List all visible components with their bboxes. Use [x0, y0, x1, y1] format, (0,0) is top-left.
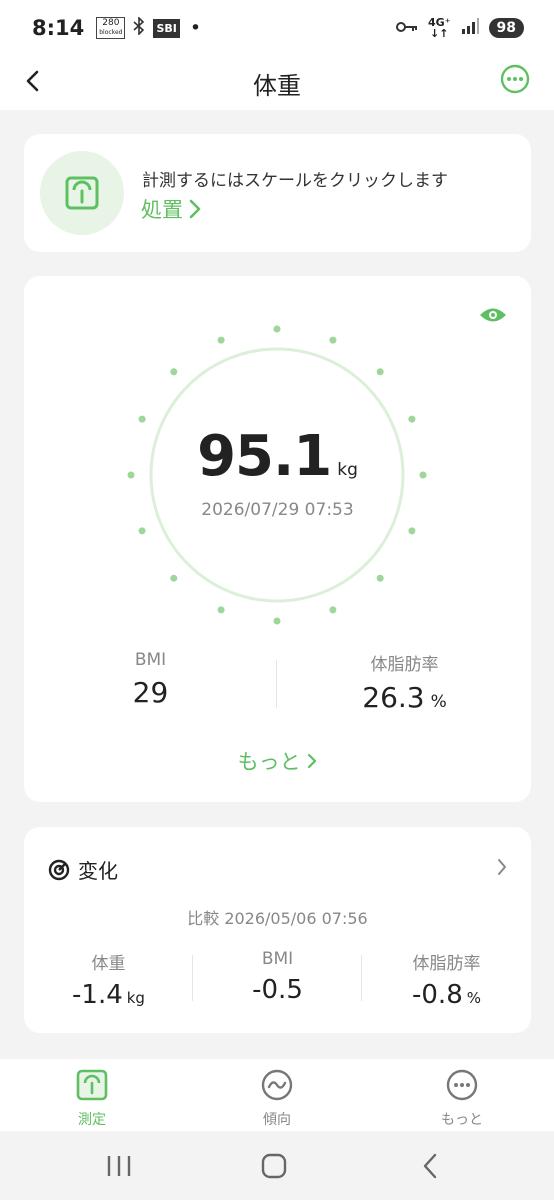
change-body-fat-reading: -0.8%: [362, 980, 531, 1010]
dial-dot: [273, 617, 281, 625]
change-weight: 体重 -1.4 kg: [24, 949, 193, 1010]
chevron-left-icon: [26, 70, 39, 92]
scale-icon: [65, 176, 99, 210]
change-title: 変化: [78, 859, 118, 883]
tab-measure[interactable]: 測定: [32, 1069, 152, 1129]
more-details-label: もっと: [237, 750, 301, 774]
dial-dot: [329, 336, 337, 344]
status-bar: 8:14 280 blocked SBI • 4G⁺ ↓↑ 98: [0, 0, 554, 56]
more-circle-icon: [500, 64, 530, 94]
visibility-toggle[interactable]: [479, 306, 507, 324]
compare-date: 比較 2026/05/06 07:56: [187, 909, 368, 928]
scale-icon: [76, 1069, 108, 1101]
tip-action-link[interactable]: 処置: [141, 194, 201, 224]
sbi-icon: SBI: [153, 18, 180, 38]
change-body-fat-value: -0.8: [412, 980, 463, 1010]
tab-measure-label: 測定: [78, 1112, 106, 1128]
chevron-right-icon: [308, 753, 317, 769]
notification-badge: 280 blocked: [96, 17, 126, 39]
home-icon: [261, 1153, 287, 1179]
back-arrow-icon: [423, 1153, 437, 1179]
network-arrows: ↓↑: [430, 27, 449, 40]
page-title: 体重: [253, 71, 301, 100]
change-bmi-label: BMI: [261, 949, 294, 969]
change-body-fat-label: 体脂肪率: [412, 954, 481, 974]
tab-more[interactable]: もっと: [402, 1069, 522, 1129]
weight-card: 95.1 kg 2026/07/29 07:53 BMI 29 体脂肪率 26.3…: [24, 276, 531, 802]
bottom-tab-bar: 測定 傾向 もっと: [0, 1059, 554, 1131]
dial-dot: [329, 606, 337, 614]
status-time: 8:14: [32, 16, 85, 40]
dial-dot: [170, 574, 178, 582]
metric-divider: [276, 660, 277, 708]
change-icon: [48, 859, 70, 880]
signal-icon: [461, 18, 479, 38]
change-weight-value: -1.4: [72, 980, 123, 1010]
bmi-label: BMI: [134, 650, 167, 670]
body-fat-metric: 体脂肪率 26.3%: [278, 650, 531, 714]
dial-dot: [138, 527, 146, 535]
dial-dot: [217, 336, 225, 344]
tip-action-label: 処置: [141, 198, 183, 222]
dial-dot: [376, 574, 384, 582]
change-body-fat: 体脂肪率 -0.8%: [362, 949, 531, 1010]
tab-more-label: もっと: [441, 1112, 483, 1128]
notification-count: 280: [102, 18, 120, 28]
change-bmi-value: -0.5: [252, 975, 303, 1005]
change-body-fat-unit: %: [466, 989, 481, 1007]
more-circle-icon: [446, 1069, 478, 1101]
weight-unit: kg: [337, 460, 358, 480]
dial-dot: [170, 368, 178, 376]
change-bmi: BMI -0.5: [193, 949, 362, 1005]
notification-caption: blocked: [99, 29, 123, 36]
app-header: 体重: [0, 56, 554, 110]
body-fat-reading: 26.3%: [278, 681, 531, 714]
change-weight-reading: -1.4 kg: [24, 980, 193, 1010]
back-button[interactable]: [24, 66, 48, 96]
weight-reading: 95.1 kg: [24, 424, 531, 489]
dial-dot: [376, 368, 384, 376]
chevron-right-icon: [189, 199, 201, 219]
dial-dot: [273, 325, 281, 333]
network-indicator: 4G⁺ ↓↑: [428, 17, 451, 39]
bmi-value: 29: [132, 676, 169, 709]
measure-tip-text: 計測するにはスケールをクリックします: [142, 171, 448, 191]
change-card[interactable]: 変化 比較 2026/05/06 07:56 体重 -1.4 kg BMI -0.…: [24, 827, 531, 1033]
dial-dot: [217, 606, 225, 614]
key-icon: [396, 19, 418, 38]
body-fat-unit: %: [430, 692, 447, 712]
eye-icon: [480, 308, 506, 322]
tab-trend-label: 傾向: [263, 1112, 291, 1128]
home-button[interactable]: [259, 1151, 289, 1181]
body-fat-value: 26.3: [362, 681, 425, 714]
more-details-link[interactable]: もっと: [24, 746, 531, 776]
measure-tip-card[interactable]: 計測するにはスケールをクリックします 処置: [24, 134, 531, 252]
dial-dot: [408, 527, 416, 535]
scale-icon-badge: [40, 151, 124, 235]
change-detail-button[interactable]: [497, 857, 507, 881]
change-weight-label: 体重: [91, 954, 126, 974]
battery-indicator: 98: [488, 18, 524, 38]
recent-apps-button[interactable]: [104, 1151, 134, 1181]
body-fat-label: 体脂肪率: [370, 655, 439, 675]
system-back-button[interactable]: [416, 1151, 446, 1181]
trend-icon: [261, 1069, 293, 1101]
measurement-datetime: 2026/07/29 07:53: [201, 500, 354, 520]
status-dot: •: [189, 17, 202, 39]
weight-value: 95.1: [197, 424, 332, 489]
change-header: 変化: [48, 855, 118, 884]
more-options-button[interactable]: [500, 64, 530, 94]
change-weight-unit: kg: [126, 989, 145, 1007]
system-nav-bar: [0, 1131, 554, 1200]
bluetooth-icon: [133, 16, 145, 39]
tab-trend[interactable]: 傾向: [217, 1069, 337, 1129]
recent-apps-icon: [107, 1156, 131, 1176]
dial-dot: [138, 415, 146, 423]
bmi-metric: BMI 29: [24, 650, 277, 709]
chevron-right-icon: [498, 859, 506, 875]
dial-dot: [408, 415, 416, 423]
